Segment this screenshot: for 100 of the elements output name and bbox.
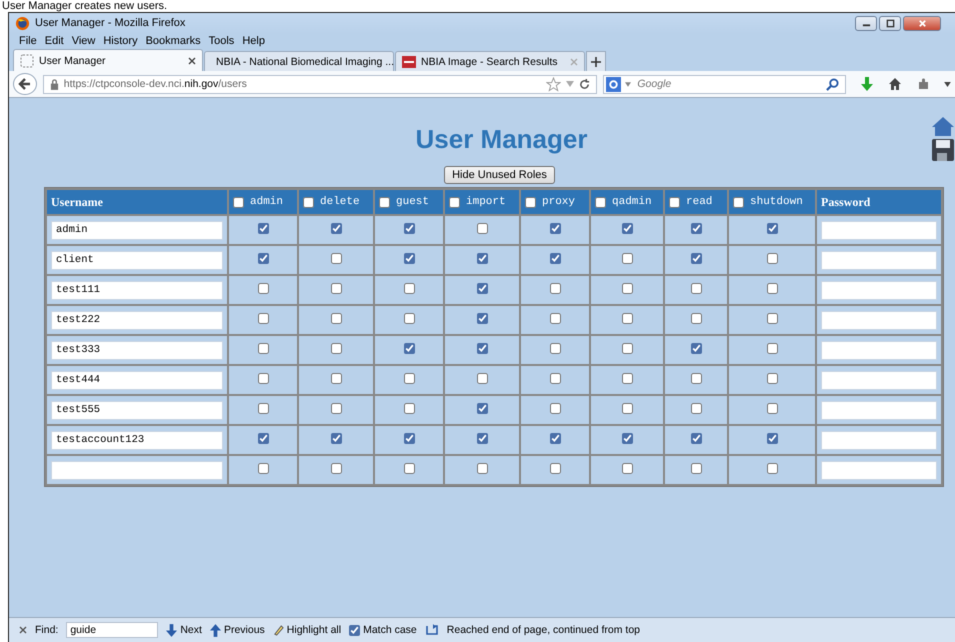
checkbox[interactable] bbox=[476, 253, 488, 264]
checkbox[interactable] bbox=[258, 463, 268, 474]
checkbox[interactable] bbox=[476, 313, 488, 324]
checkbox[interactable] bbox=[690, 463, 702, 474]
back-button[interactable] bbox=[13, 73, 37, 95]
checkbox[interactable] bbox=[330, 283, 342, 294]
menu-item[interactable]: Edit bbox=[44, 35, 64, 47]
maximize-button[interactable] bbox=[879, 16, 901, 30]
password-field[interactable] bbox=[821, 430, 937, 450]
hide-unused-roles-button[interactable]: Hide Unused Roles bbox=[444, 166, 555, 184]
checkbox[interactable] bbox=[622, 403, 632, 414]
checkbox[interactable] bbox=[349, 624, 360, 636]
password-field[interactable] bbox=[821, 250, 937, 270]
checkbox[interactable] bbox=[404, 463, 414, 474]
minimize-button[interactable] bbox=[855, 16, 877, 30]
username-field[interactable]: client bbox=[51, 250, 223, 270]
username-field[interactable] bbox=[51, 460, 223, 480]
username-field[interactable]: test333 bbox=[51, 340, 223, 360]
checkbox[interactable] bbox=[690, 433, 702, 444]
checkbox[interactable] bbox=[766, 373, 778, 384]
browser-tab[interactable]: User Manager bbox=[13, 49, 203, 71]
password-field[interactable] bbox=[821, 340, 937, 360]
checkbox[interactable] bbox=[690, 373, 702, 384]
checkbox[interactable] bbox=[476, 403, 488, 414]
checkbox[interactable] bbox=[690, 313, 702, 324]
close-button[interactable] bbox=[903, 16, 941, 30]
checkbox[interactable] bbox=[476, 223, 488, 234]
password-field[interactable] bbox=[821, 400, 937, 420]
password-field[interactable] bbox=[821, 370, 937, 390]
checkbox[interactable] bbox=[595, 196, 606, 208]
checkbox[interactable] bbox=[622, 313, 632, 324]
close-icon[interactable] bbox=[19, 626, 27, 634]
checkbox[interactable] bbox=[733, 196, 744, 208]
browser-tab[interactable]: NBIA Image - Search Results bbox=[395, 51, 585, 71]
checkbox[interactable] bbox=[766, 403, 778, 414]
checkbox[interactable] bbox=[622, 223, 632, 234]
checkbox[interactable] bbox=[303, 196, 314, 208]
checkbox[interactable] bbox=[550, 283, 560, 294]
browser-tab[interactable]: NBIA - National Biomedical Imaging ... bbox=[204, 51, 394, 71]
search-bar[interactable]: Google bbox=[603, 74, 846, 94]
menu-item[interactable]: View bbox=[72, 35, 96, 47]
menu-item[interactable]: History bbox=[103, 35, 138, 47]
checkbox[interactable] bbox=[258, 403, 268, 414]
checkbox[interactable] bbox=[550, 373, 560, 384]
checkbox[interactable] bbox=[476, 373, 488, 384]
checkbox[interactable] bbox=[330, 373, 342, 384]
password-field[interactable] bbox=[821, 220, 937, 240]
username-field[interactable]: admin bbox=[51, 220, 223, 240]
checkbox[interactable] bbox=[550, 253, 560, 264]
checkbox[interactable] bbox=[258, 373, 268, 384]
checkbox[interactable] bbox=[258, 313, 268, 324]
checkbox[interactable] bbox=[404, 283, 414, 294]
checkbox[interactable] bbox=[766, 343, 778, 354]
checkbox[interactable] bbox=[330, 433, 342, 444]
download-arrow-icon[interactable] bbox=[860, 77, 874, 91]
checkbox[interactable] bbox=[690, 403, 702, 414]
search-icon[interactable] bbox=[826, 78, 839, 90]
checkbox[interactable] bbox=[690, 343, 702, 354]
next-button[interactable]: Next bbox=[166, 624, 202, 636]
checkbox[interactable] bbox=[258, 433, 268, 444]
checkbox[interactable] bbox=[476, 343, 488, 354]
checkbox[interactable] bbox=[233, 196, 244, 208]
highlight-all-button[interactable]: Highlight all bbox=[272, 624, 342, 636]
checkbox[interactable] bbox=[404, 373, 414, 384]
checkbox[interactable] bbox=[404, 313, 414, 324]
checkbox[interactable] bbox=[330, 403, 342, 414]
checkbox[interactable] bbox=[550, 223, 560, 234]
menu-item[interactable]: File bbox=[19, 35, 37, 47]
menu-item[interactable]: Bookmarks bbox=[146, 35, 201, 47]
checkbox[interactable] bbox=[550, 463, 560, 474]
checkbox[interactable] bbox=[404, 343, 414, 354]
username-field[interactable]: test222 bbox=[51, 310, 223, 330]
checkbox[interactable] bbox=[258, 283, 268, 294]
checkbox[interactable] bbox=[379, 196, 390, 208]
password-field[interactable] bbox=[821, 310, 937, 330]
checkbox[interactable] bbox=[690, 253, 702, 264]
checkbox[interactable] bbox=[550, 433, 560, 444]
checkbox[interactable] bbox=[622, 433, 632, 444]
checkbox[interactable] bbox=[330, 463, 342, 474]
checkbox[interactable] bbox=[330, 313, 342, 324]
username-field[interactable]: test444 bbox=[51, 370, 223, 390]
checkbox[interactable] bbox=[476, 283, 488, 294]
password-field[interactable] bbox=[821, 460, 937, 480]
checkbox[interactable] bbox=[258, 343, 268, 354]
menu-item[interactable]: Help bbox=[242, 35, 265, 47]
new-tab-button[interactable] bbox=[586, 51, 606, 71]
checkbox[interactable] bbox=[330, 223, 342, 234]
previous-button[interactable]: Previous bbox=[210, 624, 265, 636]
home-icon[interactable] bbox=[888, 77, 902, 91]
checkbox[interactable] bbox=[258, 223, 268, 234]
checkbox[interactable] bbox=[622, 283, 632, 294]
checkbox[interactable] bbox=[766, 223, 778, 234]
checkbox[interactable] bbox=[404, 253, 414, 264]
find-field[interactable]: guide bbox=[66, 622, 158, 638]
username-field[interactable]: test555 bbox=[51, 400, 223, 420]
reload-icon[interactable] bbox=[579, 78, 590, 90]
checkbox[interactable] bbox=[550, 403, 560, 414]
menu-item[interactable]: Tools bbox=[208, 35, 234, 47]
checkbox[interactable] bbox=[622, 253, 632, 264]
address-bar[interactable]: https://ctpconsole-dev.nci.nih.gov/users bbox=[42, 74, 598, 94]
